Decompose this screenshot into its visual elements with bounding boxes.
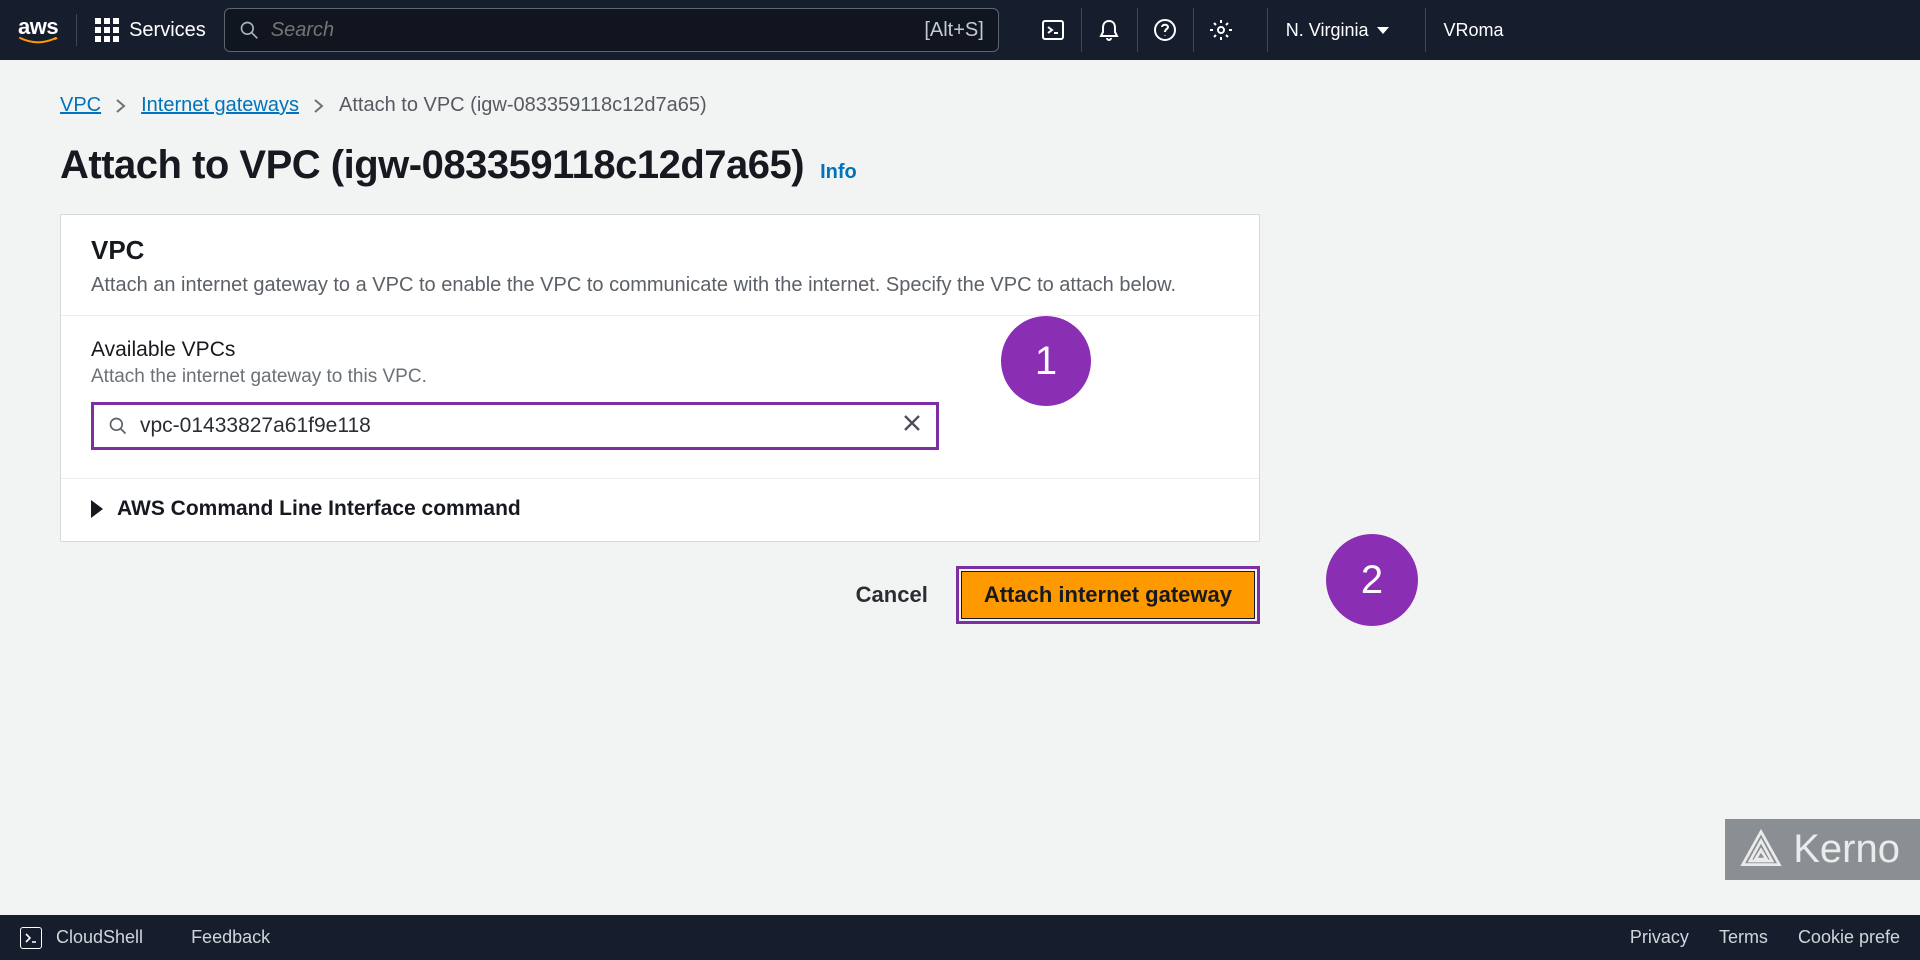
kerno-watermark: Kerno xyxy=(1725,819,1920,880)
footer: CloudShell Feedback Privacy Terms Cookie… xyxy=(0,915,1920,960)
chevron-right-icon xyxy=(115,98,127,114)
clear-input-button[interactable] xyxy=(902,413,922,439)
breadcrumb-vpc[interactable]: VPC xyxy=(60,94,101,117)
notifications-button[interactable] xyxy=(1081,8,1137,52)
terminal-icon xyxy=(24,931,38,945)
kerno-logo-icon xyxy=(1739,828,1783,872)
settings-button[interactable] xyxy=(1193,8,1249,52)
panel-description: Attach an internet gateway to a VPC to e… xyxy=(91,274,1229,297)
aws-logo[interactable]: aws xyxy=(18,14,58,46)
services-label: Services xyxy=(129,19,206,42)
bell-icon xyxy=(1097,18,1121,42)
cookie-prefs-link[interactable]: Cookie prefe xyxy=(1798,927,1900,948)
account-menu[interactable]: VRoma xyxy=(1425,8,1504,52)
cancel-button[interactable]: Cancel xyxy=(856,582,928,608)
breadcrumb-current: Attach to VPC (igw-083359118c12d7a65) xyxy=(339,94,707,117)
user-label: VRoma xyxy=(1444,20,1504,41)
search-icon xyxy=(108,416,128,436)
gear-icon xyxy=(1209,18,1233,42)
annotation-1-text: 1 xyxy=(1035,339,1057,384)
feedback-link[interactable]: Feedback xyxy=(191,927,270,948)
terminal-icon xyxy=(1041,18,1065,42)
vpc-panel: VPC Attach an internet gateway to a VPC … xyxy=(60,214,1260,542)
caret-right-icon xyxy=(91,500,103,518)
cloudshell-link[interactable]: CloudShell xyxy=(56,927,143,948)
search-input[interactable] xyxy=(271,19,913,42)
aws-smile-icon xyxy=(18,36,58,46)
close-icon xyxy=(902,413,922,433)
search-shortcut: [Alt+S] xyxy=(924,19,983,42)
global-search[interactable]: [Alt+S] xyxy=(224,8,999,52)
services-menu[interactable]: Services xyxy=(95,18,206,42)
privacy-link[interactable]: Privacy xyxy=(1630,927,1689,948)
breadcrumb-igw[interactable]: Internet gateways xyxy=(141,94,299,117)
cli-expander[interactable]: AWS Command Line Interface command xyxy=(61,479,1259,541)
breadcrumb: VPC Internet gateways Attach to VPC (igw… xyxy=(60,94,1860,117)
page-content: VPC Internet gateways Attach to VPC (igw… xyxy=(0,60,1920,624)
nav-divider xyxy=(76,14,77,46)
panel-body: 1 Available VPCs Attach the internet gat… xyxy=(61,316,1259,479)
cloudshell-icon xyxy=(20,927,42,949)
panel-header: VPC Attach an internet gateway to a VPC … xyxy=(61,215,1259,316)
cli-label: AWS Command Line Interface command xyxy=(117,497,521,521)
terms-link[interactable]: Terms xyxy=(1719,927,1768,948)
vpc-combobox[interactable] xyxy=(91,402,939,450)
footer-left: CloudShell Feedback xyxy=(20,927,270,949)
question-icon xyxy=(1153,18,1177,42)
region-selector[interactable]: N. Virginia xyxy=(1267,8,1407,52)
search-icon xyxy=(239,20,259,40)
nav-icon-group xyxy=(1025,8,1249,52)
info-link[interactable]: Info xyxy=(820,161,857,184)
page-title: Attach to VPC (igw-083359118c12d7a65) xyxy=(60,143,804,188)
attach-button-highlight: Attach internet gateway xyxy=(956,566,1260,624)
annotation-badge-1: 1 xyxy=(1001,316,1091,406)
region-label: N. Virginia xyxy=(1286,20,1369,41)
panel-heading: VPC xyxy=(91,235,1229,266)
chevron-right-icon xyxy=(313,98,325,114)
annotation-2-text: 2 xyxy=(1361,558,1383,603)
vpc-input[interactable] xyxy=(140,414,890,438)
annotation-badge-2: 2 xyxy=(1326,534,1418,626)
top-nav: aws Services [Alt+S] N. Virginia VRoma xyxy=(0,0,1920,60)
help-button[interactable] xyxy=(1137,8,1193,52)
attach-internet-gateway-button[interactable]: Attach internet gateway xyxy=(961,571,1255,619)
footer-right: Privacy Terms Cookie prefe xyxy=(1630,927,1900,948)
page-header: Attach to VPC (igw-083359118c12d7a65) In… xyxy=(60,143,1860,188)
caret-down-icon xyxy=(1377,27,1389,34)
cloudshell-nav-icon[interactable] xyxy=(1025,8,1081,52)
kerno-label: Kerno xyxy=(1793,827,1900,872)
action-row: 2 Cancel Attach internet gateway xyxy=(60,566,1260,624)
apps-grid-icon xyxy=(95,18,119,42)
